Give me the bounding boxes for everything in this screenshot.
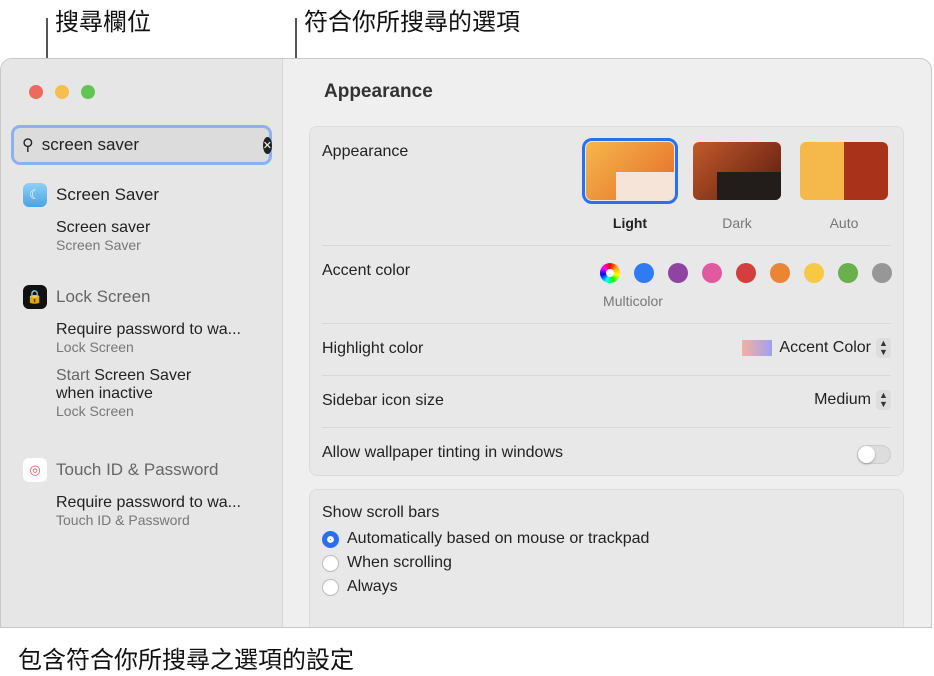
scroll-bars-card: Show scroll bars Automatically based on …: [309, 489, 904, 627]
sidebar-icon-label: Sidebar icon size: [322, 392, 444, 409]
screen-saver-icon: ☾: [23, 183, 47, 207]
item-subtitle: Lock Screen: [56, 339, 134, 355]
radio-button[interactable]: [322, 530, 339, 548]
result-item[interactable]: Start Screen Saver when inactive Lock Scre…: [56, 367, 241, 419]
result-screen-saver[interactable]: ☾ Screen Saver Screen saver Screen Saver: [23, 183, 159, 253]
result-item[interactable]: Require password to wa... Lock Screen: [56, 321, 241, 355]
highlight-value: Accent Color: [779, 339, 871, 356]
stepper-icon: ▲ ▼: [876, 390, 891, 410]
theme-label: Dark: [722, 215, 752, 231]
theme-auto[interactable]: [800, 142, 888, 200]
item-title: Screen saver: [56, 219, 151, 236]
divider: [322, 323, 891, 324]
accent-multicolor[interactable]: [600, 263, 620, 283]
theme-label: Light: [612, 215, 648, 231]
stepper-icon: ▲ ▼: [876, 338, 891, 358]
theme-dark[interactable]: [693, 142, 781, 200]
sidebar: ⚲ ✕ ☾Screen Saver Screen saverScreen Sav…: [1, 59, 283, 627]
item-title: Require password to wa...: [56, 494, 241, 511]
item-title-part: Start: [56, 367, 95, 384]
accent-color-4[interactable]: [770, 263, 790, 283]
divider: [322, 375, 891, 376]
accent-color-1[interactable]: [668, 263, 688, 283]
accent-color-2[interactable]: [702, 263, 722, 283]
accent-color-6[interactable]: [838, 263, 858, 283]
result-title: Screen Saver: [56, 185, 159, 204]
zoom-button[interactable]: [81, 85, 95, 99]
radio-when-scrolling[interactable]: When scrolling: [322, 554, 649, 572]
result-title: Touch ID & Password: [56, 460, 219, 479]
main-pane: Appearance Appearance Light Dark Auto Ac…: [284, 59, 931, 627]
callout-search-field: 搜尋欄位: [55, 8, 151, 36]
result-title: Lock Screen: [56, 287, 151, 306]
lock-icon: 🔒: [23, 285, 47, 309]
result-lock-screen[interactable]: 🔒 Lock Screen Require password to wa... Lo…: [23, 285, 241, 419]
fingerprint-icon: ◎: [23, 458, 47, 482]
divider: [322, 245, 891, 246]
item-subtitle: Lock Screen: [56, 403, 134, 419]
item-title-part: when inactive: [56, 385, 153, 402]
tinting-toggle[interactable]: [857, 445, 891, 464]
radio-always[interactable]: Always: [322, 578, 649, 596]
search-input[interactable]: [41, 135, 263, 155]
radio-automatic[interactable]: Automatically based on mouse or trackpad: [322, 530, 649, 548]
divider: [322, 427, 891, 428]
radio-button[interactable]: [322, 578, 339, 596]
accent-color-3[interactable]: [736, 263, 756, 283]
radio-label: When scrolling: [347, 554, 452, 571]
theme-light[interactable]: [582, 138, 678, 204]
radio-button[interactable]: [322, 554, 339, 572]
radio-label: Always: [347, 578, 398, 595]
page-title: Appearance: [324, 81, 433, 102]
result-item[interactable]: Require password to wa... Touch ID & Pass…: [56, 494, 241, 528]
item-title-match: Screen Saver: [94, 367, 192, 384]
item-subtitle: Screen Saver: [56, 237, 141, 253]
result-item[interactable]: Screen saver Screen Saver: [56, 219, 159, 253]
minimize-button[interactable]: [55, 85, 69, 99]
highlight-popup[interactable]: Accent Color ▲ ▼: [742, 338, 891, 358]
sidebar-icon-value: Medium: [814, 391, 871, 408]
close-button[interactable]: [29, 85, 43, 99]
theme-label: Auto: [829, 215, 859, 231]
scroll-bars-label: Show scroll bars: [322, 504, 440, 521]
accent-selected-label: Multicolor: [603, 293, 663, 309]
sidebar-icon-popup[interactable]: Medium ▲ ▼: [814, 390, 891, 410]
accent-color-0[interactable]: [634, 263, 654, 283]
tinting-label: Allow wallpaper tinting in windows: [322, 444, 564, 461]
settings-window: ⚲ ✕ ☾Screen Saver Screen saverScreen Sav…: [0, 58, 932, 628]
accent-color-5[interactable]: [804, 263, 824, 283]
accent-color-7[interactable]: [872, 263, 892, 283]
clear-search-icon[interactable]: ✕: [262, 136, 272, 154]
search-field[interactable]: ⚲ ✕: [11, 125, 272, 165]
highlight-swatch: [742, 340, 773, 356]
result-touch-id[interactable]: ◎ Touch ID & Password Require password to…: [23, 458, 241, 528]
callout-settings: 包含符合你所搜尋之選項的設定: [18, 646, 354, 674]
radio-label: Automatically based on mouse or trackpad: [347, 530, 650, 547]
item-subtitle: Touch ID & Password: [56, 512, 190, 528]
appearance-card: Appearance Light Dark Auto Accent color …: [309, 126, 904, 476]
callout-matching-options: 符合你所搜尋的選項: [304, 8, 520, 36]
search-icon: ⚲: [22, 137, 34, 154]
item-title: Require password to wa...: [56, 321, 241, 338]
